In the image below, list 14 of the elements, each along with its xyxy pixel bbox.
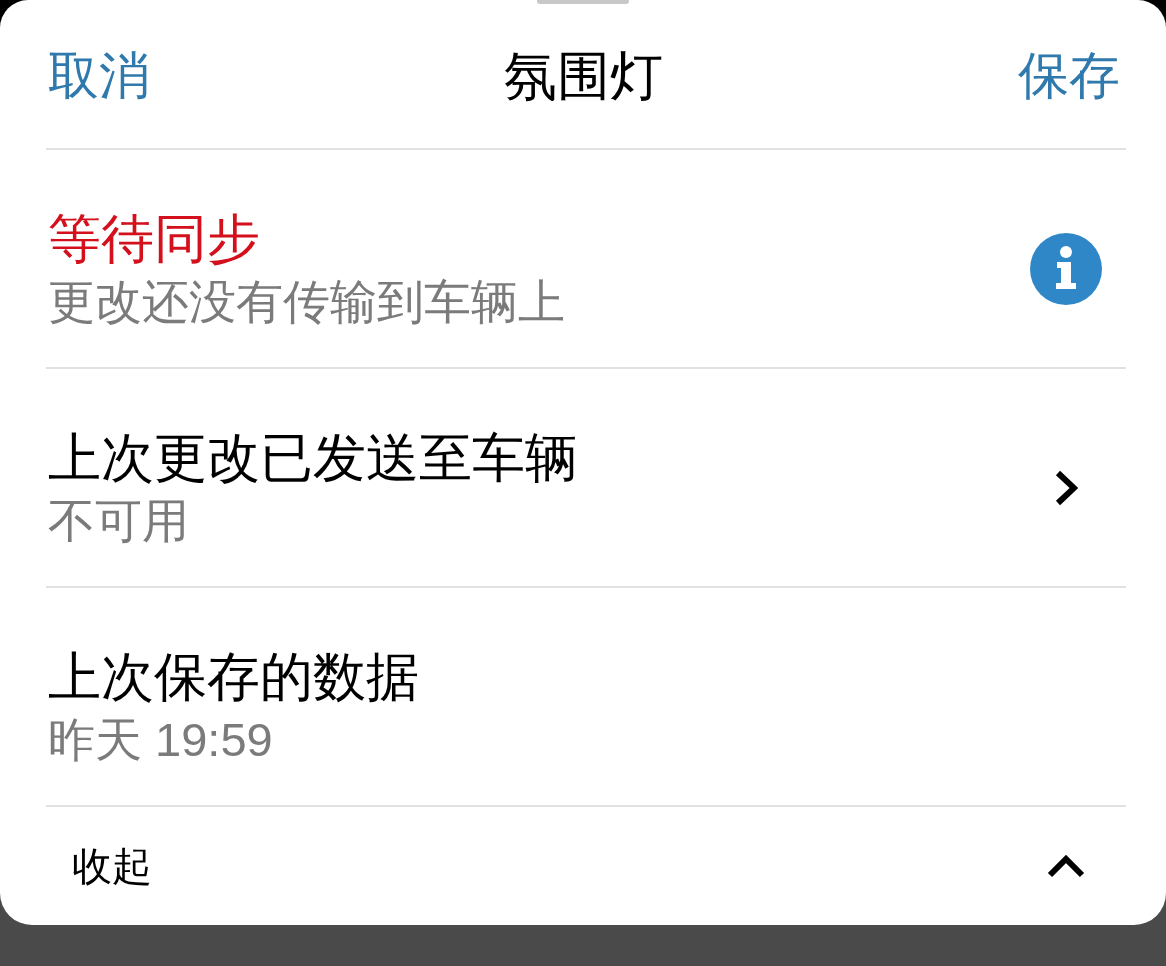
sheet-title: 氛围灯 xyxy=(503,46,663,106)
cancel-button[interactable]: 取消 xyxy=(46,46,150,106)
info-icon[interactable] xyxy=(1030,232,1102,305)
save-button[interactable]: 保存 xyxy=(1018,46,1120,106)
item-title: 上次保存的数据 xyxy=(48,645,419,708)
chevron-up-icon[interactable] xyxy=(1047,854,1085,878)
collapse-label[interactable]: 收起 xyxy=(72,842,152,890)
item-title: 上次更改已发送至车辆 xyxy=(48,426,578,489)
drag-handle[interactable] xyxy=(537,0,629,4)
item-subtitle: 更改还没有传输到车辆上 xyxy=(48,273,565,330)
chevron-right-icon[interactable] xyxy=(1054,468,1078,507)
item-subtitle: 不可用 xyxy=(48,492,189,549)
item-subtitle: 昨天 19:59 xyxy=(48,711,273,768)
item-title: 等待同步 xyxy=(48,207,260,270)
